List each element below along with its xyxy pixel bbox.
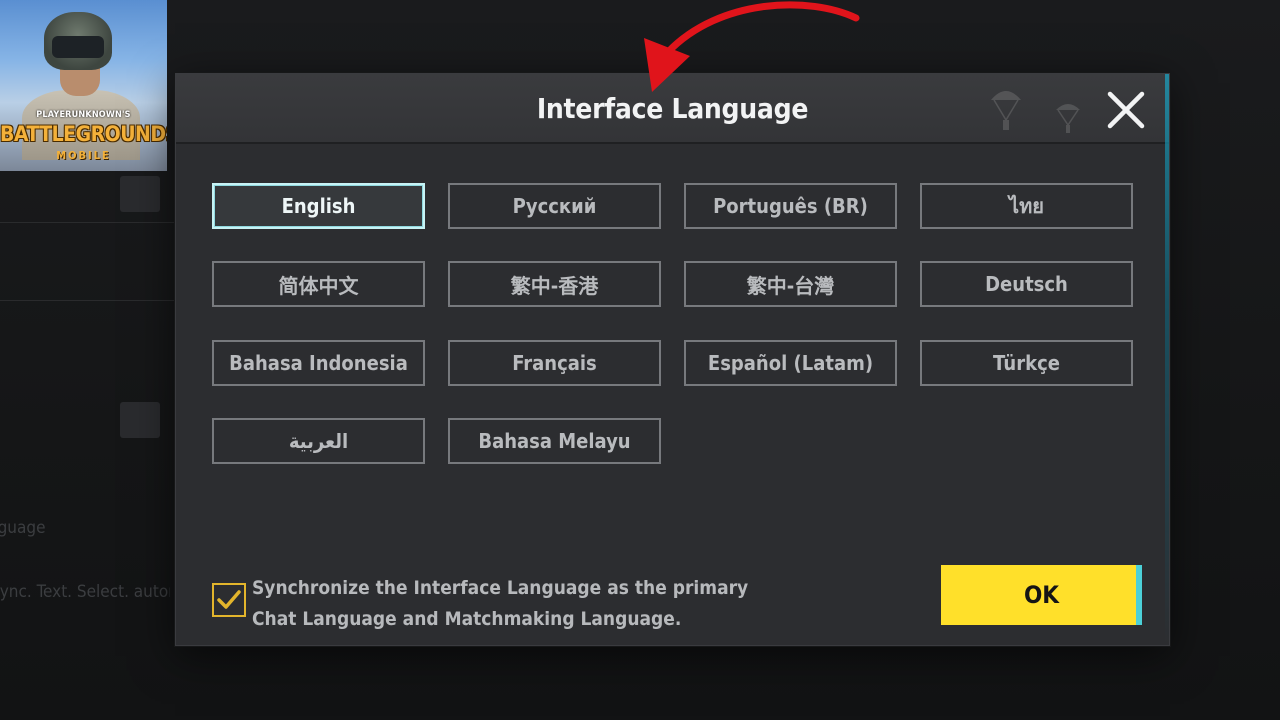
language-option-indonesian[interactable]: Bahasa Indonesia xyxy=(212,340,425,386)
background-label: Language xyxy=(0,518,46,538)
close-icon xyxy=(1107,91,1145,129)
ok-button[interactable]: OK xyxy=(941,565,1142,625)
language-option-german[interactable]: Deutsch xyxy=(920,261,1133,307)
language-option-russian[interactable]: Русский xyxy=(448,183,661,229)
language-option-traditional-chinese-hk[interactable]: 繁中-香港 xyxy=(448,261,661,307)
sync-language-label-line2: Chat Language and Matchmaking Language. xyxy=(252,608,682,630)
logo-subtitle: MOBILE xyxy=(56,149,111,162)
logo-title: BATTLEGROUNDS xyxy=(0,122,167,146)
language-option-thai[interactable]: ไทย xyxy=(920,183,1133,229)
language-option-french[interactable]: Français xyxy=(448,340,661,386)
dialog-accent-edge xyxy=(1165,74,1169,645)
background-dropdown xyxy=(120,402,160,438)
background-divider xyxy=(0,222,175,223)
language-option-english[interactable]: English xyxy=(212,183,425,229)
language-option-malay[interactable]: Bahasa Melayu xyxy=(448,418,661,464)
language-option-traditional-chinese-tw[interactable]: 繁中-台灣 xyxy=(684,261,897,307)
red-arrow-annotation-icon xyxy=(644,1,860,92)
language-option-spanish-latam[interactable]: Español (Latam) xyxy=(684,340,897,386)
sync-language-label: Synchronize the Interface Language as th… xyxy=(252,573,772,635)
background-dropdown xyxy=(120,176,160,212)
interface-language-dialog: Interface Language English Русский Portu… xyxy=(175,73,1170,646)
language-option-turkish[interactable]: Türkçe xyxy=(920,340,1133,386)
close-button[interactable] xyxy=(1104,88,1148,132)
language-option-simplified-chinese[interactable]: 简体中文 xyxy=(212,261,425,307)
language-option-portuguese-br[interactable]: Português (BR) xyxy=(684,183,897,229)
background-divider xyxy=(0,300,175,301)
game-logo: PLAYERUNKNOWN'S BATTLEGROUNDS MOBILE xyxy=(0,0,167,171)
sync-language-checkbox[interactable] xyxy=(212,583,246,617)
logo-small-text: PLAYERUNKNOWN'S xyxy=(36,110,131,120)
background-label: Sync. Text. Select. automatically xyxy=(0,582,170,602)
logo-visor xyxy=(52,36,104,58)
checkmark-icon xyxy=(217,590,241,609)
language-option-arabic[interactable]: العربية xyxy=(212,418,425,464)
sync-language-label-line1: Synchronize the Interface Language as th… xyxy=(252,577,749,599)
